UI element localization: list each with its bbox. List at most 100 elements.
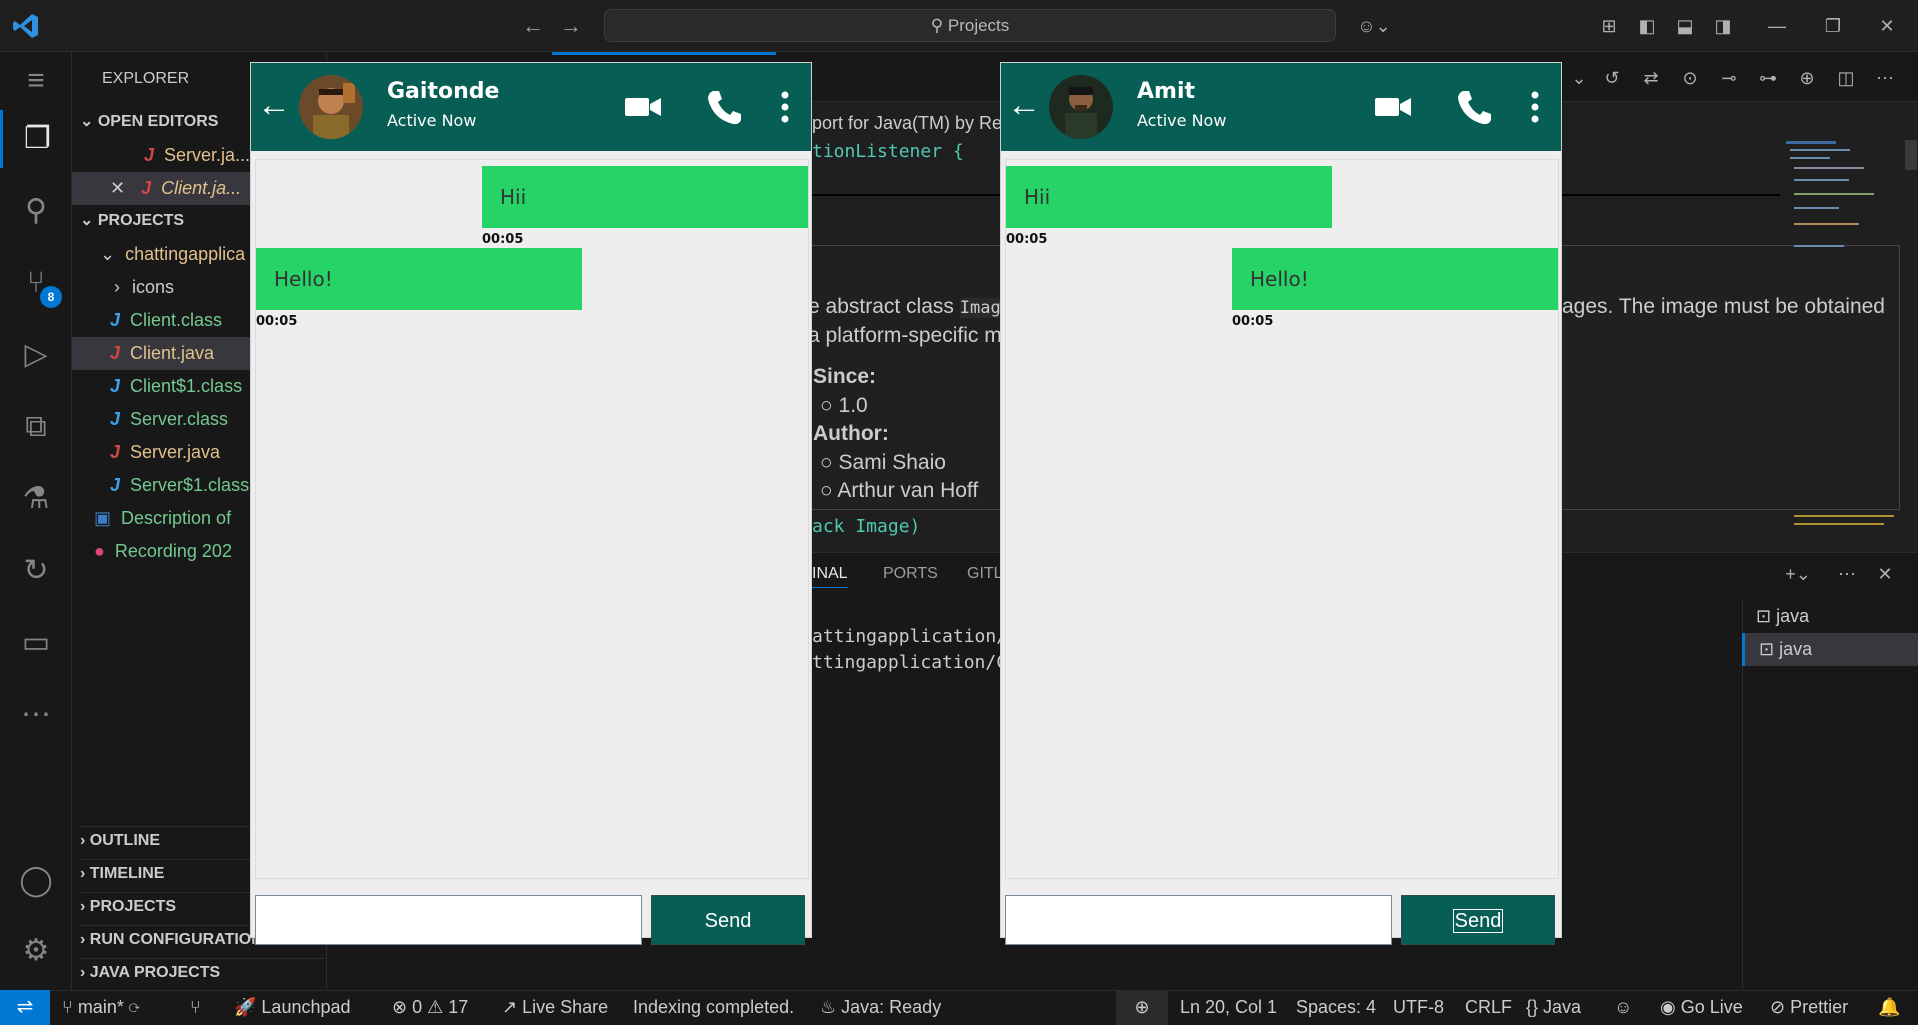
tree-item-label: Client$1.class [130,376,243,396]
back-arrow-icon[interactable]: ← [1007,85,1041,125]
next-commit-icon[interactable]: ⊶ [1753,64,1783,92]
commit-icon[interactable]: ⊸ [1714,64,1744,92]
live-share-status[interactable]: ↗ Live Share [502,990,608,1025]
language-status[interactable]: {} Java [1526,990,1581,1025]
phone-call-icon[interactable] [1453,85,1497,129]
section-label: OUTLINE [89,832,160,849]
cursor-position[interactable]: Ln 20, Col 1 [1180,990,1277,1025]
video-file-icon: ● [94,541,105,561]
close-window-icon[interactable]: ✕ [1872,12,1902,40]
go-live-status[interactable]: ◉ Go Live [1660,990,1743,1025]
copilot-status-icon[interactable]: ☺ [1614,990,1632,1025]
extensions-icon[interactable]: ⧉ [0,398,72,456]
tree-item-label: Server$1.class [130,475,250,495]
toggle-panel-icon[interactable]: ⬓ [1670,12,1700,40]
terminal-label: java [1779,639,1813,659]
contact-name: Gaitonde [387,79,500,104]
tree-item-label: Server.class [130,409,229,429]
active-tab-indicator [552,52,776,55]
chat-header: ← Gaitonde Active Now [251,63,811,151]
minimap[interactable] [1780,135,1917,555]
git-graph-status-icon[interactable]: ⑂ [190,990,201,1025]
search-icon: ⚲ [930,16,948,35]
send-button[interactable]: Send [651,895,805,945]
more-options-icon[interactable] [763,85,807,129]
copilot-icon[interactable]: ☺⌄ [1352,12,1396,40]
explorer-icon[interactable]: ❐ [0,110,72,168]
section-label: TIMELINE [89,865,165,882]
terminal-line: ttingapplication/C [812,652,1008,673]
minimize-icon[interactable]: — [1762,12,1792,40]
java-projects-section[interactable]: › JAVA PROJECTS [80,958,325,986]
account-icon[interactable]: ◯ [0,852,72,910]
zoom-icon[interactable]: ⊕ [1116,990,1168,1025]
send-label: Send [1452,909,1504,933]
more-actions-icon[interactable]: ⋯ [1870,64,1900,92]
remote-indicator-icon[interactable]: ⇌ [0,990,50,1025]
source-control-badge: 8 [40,286,62,308]
eol-status[interactable]: CRLF [1465,990,1512,1025]
broadcast-icon: ◉ [1660,997,1681,1017]
video-call-icon[interactable] [1371,85,1415,129]
search-icon[interactable]: ⚲ [0,182,72,240]
close-panel-icon[interactable]: ✕ [1870,560,1900,588]
more-actions-icon[interactable]: ⋯ [1832,560,1862,588]
settings-gear-icon[interactable]: ⚙ [0,922,72,980]
projects-section[interactable]: ⌄ PROJECTS [80,207,184,235]
explorer-title: EXPLORER [102,70,190,87]
open-editors-section[interactable]: ⌄ OPEN EDITORS [80,108,218,136]
word-doc-icon: ▣ [94,508,112,528]
remote-explorer-icon[interactable]: ↻ [0,542,72,600]
source-control-icon[interactable]: ⑂ 8 [0,254,72,312]
compare-changes-icon[interactable]: ⇄ [1636,64,1666,92]
testing-icon[interactable]: ⚗ [0,470,72,528]
message-bubble-sent: Hii [482,166,808,228]
tab-terminal[interactable]: INAL [812,565,848,588]
prettier-status[interactable]: ⊘ Prettier [1770,990,1848,1025]
chat-window-left: ← Gaitonde Active Now Hii 00:05 Hello! 0… [250,62,812,945]
chat-messages: Hii 00:05 Hello! 00:05 [1005,159,1559,879]
problems-status[interactable]: ⊗ 0 ⚠ 17 [392,990,468,1025]
encoding-status[interactable]: UTF-8 [1393,990,1444,1025]
chevron-down-icon[interactable]: ⌄ [1564,64,1594,92]
history-icon[interactable]: ↺ [1597,64,1627,92]
back-arrow-icon[interactable]: ← [257,85,291,125]
terminal-item[interactable]: ⊡ java [1742,633,1918,666]
message-input[interactable] [255,895,642,945]
message-time: 00:05 [1006,232,1048,247]
send-button[interactable]: Send [1401,895,1555,945]
toggle-primary-sidebar-icon[interactable]: ◧ [1632,12,1662,40]
git-graph-icon[interactable]: ⊕ [1792,64,1822,92]
project-manager-icon[interactable]: ▭ [0,614,72,672]
launchpad-status[interactable]: 🚀 Launchpad [234,990,351,1025]
split-editor-icon[interactable]: ◫ [1831,64,1861,92]
branch-status[interactable]: ⑂ main* ⟳ [62,990,140,1025]
author-label: Author: [813,422,889,445]
toggle-secondary-sidebar-icon[interactable]: ◨ [1708,12,1738,40]
tab-gitlens[interactable]: GITL [967,565,1003,583]
customize-layout-icon[interactable]: ⊞ [1594,12,1624,40]
tree-item-label: Client.class [130,310,223,330]
message-input[interactable] [1005,895,1392,945]
contact-name: Amit [1137,79,1196,104]
tab-ports[interactable]: PORTS [883,565,938,583]
java-status[interactable]: ♨ Java: Ready [820,990,941,1025]
previous-change-icon[interactable]: ⊙ [1675,64,1705,92]
menu-icon[interactable]: ≡ [0,52,72,110]
close-icon[interactable]: ✕ [110,178,125,198]
restore-icon[interactable]: ❐ [1818,12,1848,40]
run-debug-icon[interactable]: ▷ [0,326,72,384]
indexing-status[interactable]: Indexing completed. [633,990,794,1025]
open-editors-label: OPEN EDITORS [97,113,219,130]
indentation-status[interactable]: Spaces: 4 [1296,990,1376,1025]
more-icon[interactable]: ⋯ [0,686,72,744]
video-call-icon[interactable] [621,85,665,129]
arrow-right-icon[interactable]: → [556,12,586,40]
terminal-item[interactable]: ⊡ java [1742,600,1918,633]
notifications-bell-icon[interactable]: 🔔 [1878,990,1900,1025]
command-center-search[interactable]: ⚲ Projects [604,9,1336,42]
new-terminal-icon[interactable]: +⌄ [1776,560,1820,588]
arrow-left-icon[interactable]: ← [518,12,548,40]
more-options-icon[interactable] [1513,85,1557,129]
phone-call-icon[interactable] [703,85,747,129]
